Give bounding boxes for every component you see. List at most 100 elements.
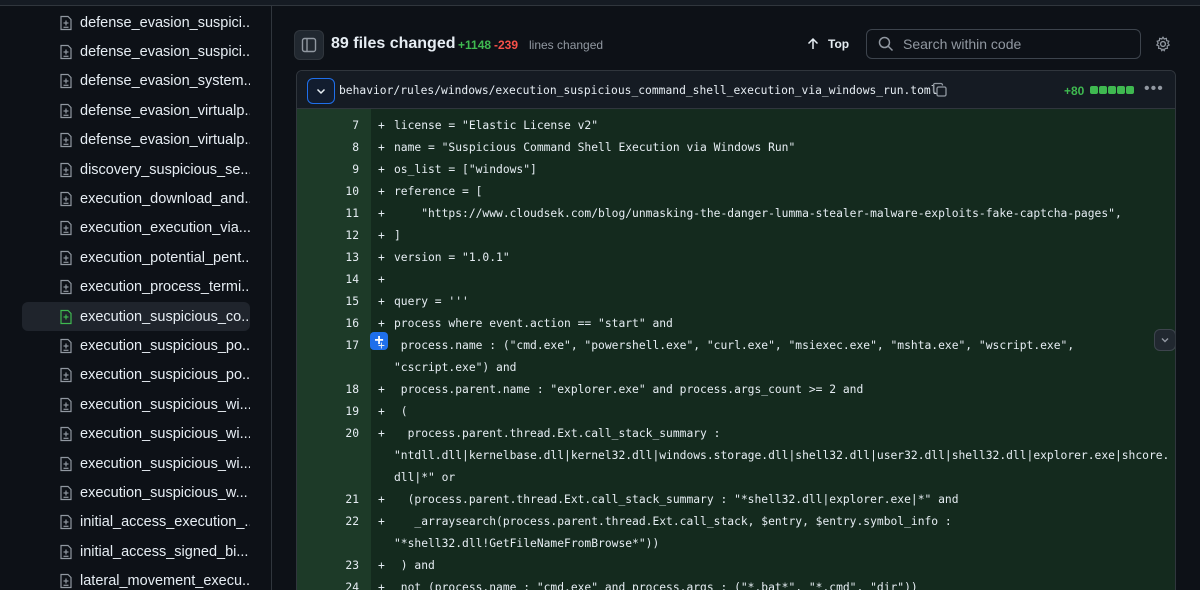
diff-sign: + (378, 185, 385, 198)
code-text: process where event.action == "start" an… (394, 317, 673, 330)
expand-lines-button[interactable] (1154, 329, 1175, 351)
sidebar-file-name: execution_process_termi... (80, 279, 250, 296)
line-number[interactable]: 11 (297, 207, 359, 220)
chevron-down-icon (1161, 338, 1169, 343)
gear-icon[interactable] (1155, 36, 1171, 52)
diff-sign: + (378, 119, 385, 132)
sidebar-file-name: initial_access_execution_... (80, 514, 250, 531)
line-number[interactable]: 14 (297, 273, 359, 286)
file-diff-icon (60, 250, 72, 265)
copy-icon[interactable] (932, 82, 948, 98)
line-number[interactable]: 19 (297, 405, 359, 418)
file-diff-icon (60, 15, 72, 30)
sidebar-file-name: lateral_movement_execu... (80, 573, 250, 590)
line-number[interactable]: 24 (297, 581, 359, 590)
file-diff-icon (60, 162, 72, 177)
line-number[interactable]: 22 (297, 515, 359, 528)
more-options-icon[interactable]: ••• (1144, 80, 1164, 98)
diff-sign: + (378, 317, 385, 330)
search-input[interactable] (903, 36, 1123, 52)
file-diff-icon (60, 132, 72, 148)
files-changed-count: 89 files changed (331, 35, 456, 52)
diff-sign: + (378, 493, 385, 506)
code-text: process.name : ("cmd.exe", "powershell.e… (394, 339, 1075, 352)
sidebar-file-name: execution_suspicious_po... (80, 337, 250, 354)
sidebar-file-item[interactable]: defense_evasion_virtualp... (22, 126, 250, 155)
scroll-to-top-button[interactable]: Top (806, 31, 849, 57)
line-number[interactable]: 16 (297, 317, 359, 330)
sidebar-file-name: execution_suspicious_w... (80, 484, 248, 501)
file-diff-icon (60, 456, 72, 471)
line-number[interactable]: 17 (297, 339, 359, 352)
sidebar-file-name: execution_execution_via... (80, 220, 250, 237)
sidebar-file-name: execution_suspicious_co... (80, 308, 250, 325)
line-number[interactable]: 9 (297, 163, 359, 176)
line-number[interactable]: 23 (297, 559, 359, 572)
line-number[interactable]: 8 (297, 141, 359, 154)
sidebar-file-item[interactable]: defense_evasion_system... (22, 67, 250, 96)
top-label: Top (828, 37, 850, 51)
diffstat-square (1126, 86, 1134, 94)
line-number[interactable]: 18 (297, 383, 359, 396)
code-text: dll|*" or (394, 471, 456, 484)
sidebar-file-item[interactable]: execution_suspicious_co... (22, 302, 250, 331)
diff-sign: + (378, 515, 385, 528)
sidebar-file-item[interactable]: execution_suspicious_wi... (22, 420, 250, 449)
search-within-code[interactable] (866, 29, 1141, 59)
collapse-file-button[interactable] (307, 78, 335, 104)
sidebar-file-name: defense_evasion_virtualp... (80, 132, 250, 149)
sidebar-file-item[interactable]: execution_suspicious_w... (22, 478, 250, 507)
sidebar-file-name: initial_access_signed_bi... (80, 543, 249, 560)
line-number[interactable]: 20 (297, 427, 359, 440)
chevron-down-icon (316, 88, 326, 95)
search-icon (878, 36, 894, 52)
sidebar-file-item[interactable]: initial_access_signed_bi... (22, 537, 250, 566)
sidebar-file-name: defense_evasion_suspici... (80, 14, 250, 31)
line-number[interactable]: 12 (297, 229, 359, 242)
sidebar-file-item[interactable]: execution_suspicious_po... (22, 331, 250, 360)
diff-sign: + (378, 295, 385, 308)
deletions-count: -239 (494, 38, 519, 52)
line-number[interactable]: 15 (297, 295, 359, 308)
sidebar-file-item[interactable]: execution_download_and... (22, 184, 250, 213)
line-number[interactable]: 13 (297, 251, 359, 264)
sidebar-file-item[interactable]: execution_execution_via... (22, 214, 250, 243)
sidebar-file-item[interactable]: discovery_suspicious_se... (22, 155, 250, 184)
lines-changed-label: lines changed (529, 38, 604, 52)
code-text: "*shell32.dll!GetFileNameFromBrowse*")) (394, 537, 660, 550)
line-number[interactable]: 7 (297, 119, 359, 132)
sidebar-file-item[interactable]: defense_evasion_suspici... (22, 8, 250, 37)
sidebar-file-item[interactable]: lateral_movement_execu... (22, 567, 250, 590)
code-text: _arraysearch(process.parent.thread.Ext.c… (394, 515, 952, 528)
sidebar-file-item[interactable]: execution_potential_pent... (22, 243, 250, 272)
file-diff-icon (60, 515, 72, 530)
line-number[interactable]: 21 (297, 493, 359, 506)
code-text: process.parent.thread.Ext.call_stack_sum… (394, 427, 721, 440)
diff-file: behavior/rules/windows/execution_suspici… (296, 70, 1176, 590)
code-text: process.parent.name : "explorer.exe" and… (394, 383, 864, 396)
code-text: license = "Elastic License v2" (394, 119, 599, 132)
line-number[interactable]: 10 (297, 185, 359, 198)
sidebar-file-item[interactable]: execution_suspicious_po... (22, 361, 250, 390)
sidebar-file-item[interactable]: execution_suspicious_wi... (22, 390, 250, 419)
file-diff-icon (60, 573, 72, 589)
diff-sign: + (378, 229, 385, 242)
code-text: "ntdll.dll|kernelbase.dll|kernel32.dll|w… (394, 449, 1170, 462)
sidebar-file-name: discovery_suspicious_se... (80, 161, 250, 178)
file-path[interactable]: behavior/rules/windows/execution_suspici… (339, 84, 938, 97)
code-text: reference = [ (394, 185, 483, 198)
file-diff-icon (60, 44, 72, 59)
sidebar-file-item[interactable]: initial_access_execution_... (22, 508, 250, 537)
sidebar-file-name: execution_potential_pent... (80, 249, 250, 266)
toggle-file-tree-button[interactable] (294, 30, 324, 60)
diff-sign: + (378, 163, 385, 176)
diff-sign: + (378, 273, 385, 286)
diff-sign: + (378, 405, 385, 418)
sidebar-file-item[interactable]: execution_suspicious_wi... (22, 449, 250, 478)
code-text: ) and (394, 559, 435, 572)
code-text: os_list = ["windows"] (394, 163, 537, 176)
code-text: ( (394, 405, 408, 418)
sidebar-file-item[interactable]: defense_evasion_suspici... (22, 37, 250, 66)
sidebar-file-item[interactable]: execution_process_termi... (22, 273, 250, 302)
sidebar-file-item[interactable]: defense_evasion_virtualp... (22, 96, 250, 125)
